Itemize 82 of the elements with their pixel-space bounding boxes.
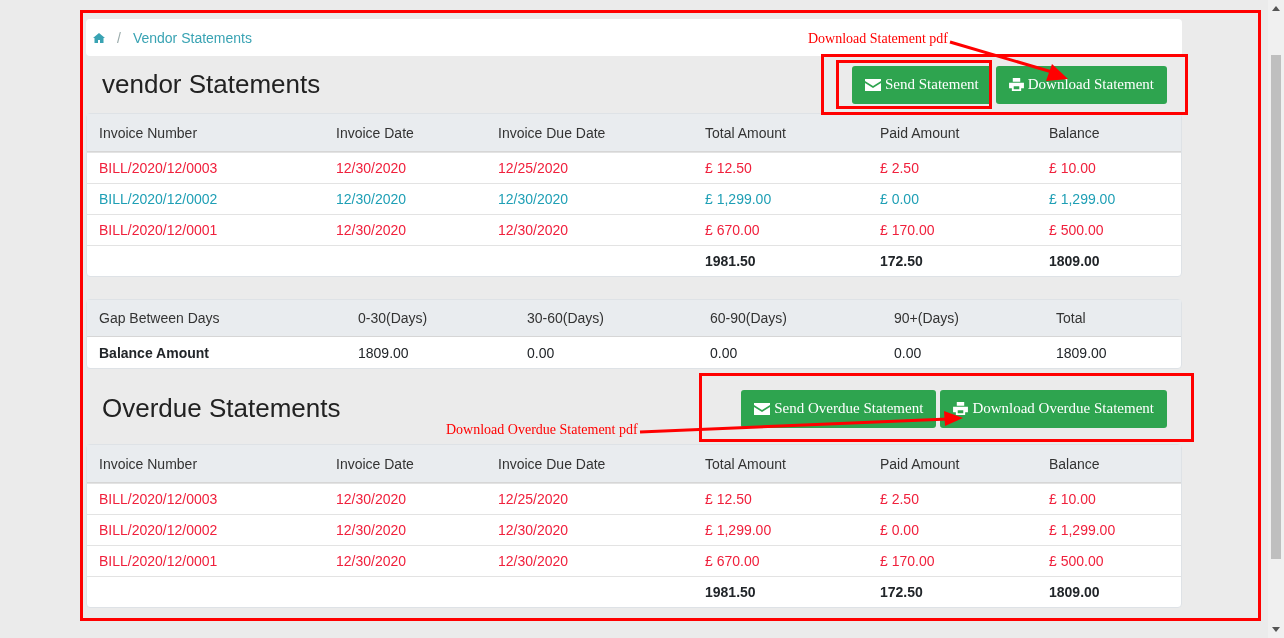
printer-icon: [953, 402, 969, 415]
table-cell-text: £ 1,299.00: [1049, 522, 1117, 538]
table-cell-text: £ 10.00: [1049, 491, 1097, 507]
table-cell-text: 12/30/2020: [336, 222, 408, 238]
column-header: Invoice Number: [99, 455, 199, 472]
section-title: vendor Statements: [102, 69, 321, 100]
total-cell-text: 1809.00: [1049, 584, 1101, 600]
table-cell-text: 0.00: [527, 344, 556, 361]
table-cell-text: 12/25/2020: [498, 491, 570, 507]
table-cell-text: BILL/2020/12/0001: [99, 222, 219, 238]
column-header: Invoice Date: [336, 455, 415, 472]
table-cell-text: £ 1,299.00: [705, 522, 773, 538]
envelope-icon: [754, 402, 771, 415]
table-cell-text: £ 500.00: [1049, 222, 1105, 238]
total-cell-text: 1981.50: [705, 253, 757, 269]
table-cell-text: 12/30/2020: [498, 222, 570, 238]
total-cell-text: 172.50: [880, 253, 924, 269]
column-header: 60-90(Days): [710, 310, 789, 326]
annotation-label: Download Overdue Statement pdf: [446, 422, 638, 438]
column-header: Balance: [1049, 455, 1101, 472]
column-header: Total Amount: [705, 455, 787, 472]
scrollbar[interactable]: [1268, 0, 1284, 638]
column-header: Paid Amount: [880, 455, 961, 472]
table-cell-text: 12/25/2020: [498, 160, 570, 176]
table-cell-text: BILL/2020/12/0003: [99, 160, 219, 176]
column-header: Invoice Due Date: [498, 124, 607, 141]
home-icon[interactable]: [93, 32, 105, 43]
send-button[interactable]: Send Statement: [852, 65, 992, 104]
table-cell-text: £ 2.50: [880, 160, 920, 176]
table-cell-text: 12/30/2020: [336, 191, 408, 207]
send-button[interactable]: Send Overdue Statement: [741, 389, 937, 428]
table-cell-text: 12/30/2020: [336, 553, 408, 569]
table-cell-text: £ 1,299.00: [1049, 191, 1117, 207]
table-cell-text: £ 10.00: [1049, 160, 1097, 176]
table-cell-text: 12/30/2020: [498, 191, 570, 207]
download-button[interactable]: Download Overdue Statement: [940, 389, 1167, 428]
table-cell-text: 12/30/2020: [498, 522, 570, 538]
total-cell-text: 1809.00: [1049, 253, 1101, 269]
table-cell-text: BILL/2020/12/0001: [99, 553, 219, 569]
table-cell-text: £ 0.00: [880, 522, 920, 538]
breadcrumb-link[interactable]: Vendor Statements: [132, 29, 252, 46]
table-cell-text: 1809.00: [358, 344, 410, 361]
column-header: Balance: [1049, 124, 1101, 141]
column-header: Total Amount: [705, 124, 787, 141]
breadcrumb-separator: /: [117, 29, 121, 46]
table-cell-text: £ 12.50: [705, 160, 753, 176]
total-cell-text: 1981.50: [705, 584, 757, 600]
total-cell-text: 172.50: [880, 584, 924, 600]
table-cell-text: BILL/2020/12/0002: [99, 191, 219, 207]
table-cell-text: £ 170.00: [880, 553, 936, 569]
table-cell-text: £ 2.50: [880, 491, 920, 507]
table-cell-text: BILL/2020/12/0002: [99, 522, 219, 538]
table-cell-text: 12/30/2020: [336, 522, 408, 538]
table-cell-text: £ 170.00: [880, 222, 936, 238]
table-cell-text: BILL/2020/12/0003: [99, 491, 219, 507]
table-cell-text: £ 670.00: [705, 222, 761, 238]
column-header: Gap Between Days: [99, 310, 221, 326]
table-cell-text: 12/30/2020: [336, 491, 408, 507]
download-button[interactable]: Download Statement: [995, 65, 1167, 104]
column-header: Paid Amount: [880, 124, 961, 141]
table-cell-text: 12/30/2020: [498, 553, 570, 569]
column-header: 90+(Days): [894, 310, 960, 326]
column-header: 30-60(Days): [527, 310, 606, 326]
column-header: Invoice Number: [99, 124, 199, 141]
table-cell-text: £ 670.00: [705, 553, 761, 569]
table-cell-text: 0.00: [894, 344, 923, 361]
column-header: 0-30(Days): [358, 310, 429, 326]
table-cell-text: 12/30/2020: [336, 160, 408, 176]
section-title: Overdue Statements: [102, 393, 341, 424]
table-cell-text: 0.00: [710, 344, 739, 361]
table-cell-text: 1809.00: [1056, 344, 1108, 361]
table-cell-text: £ 500.00: [1049, 553, 1105, 569]
envelope-icon: [865, 78, 881, 91]
annotation-label: Download Statement pdf: [808, 31, 948, 47]
column-header: Invoice Date: [336, 124, 415, 141]
column-header: Invoice Due Date: [498, 455, 607, 472]
column-header: Total: [1056, 310, 1087, 326]
row-label: Balance Amount: [99, 344, 210, 361]
table-cell-text: £ 12.50: [705, 491, 753, 507]
table-cell-text: £ 1,299.00: [705, 191, 773, 207]
printer-icon: [1008, 78, 1024, 91]
table-cell-text: £ 0.00: [880, 191, 920, 207]
